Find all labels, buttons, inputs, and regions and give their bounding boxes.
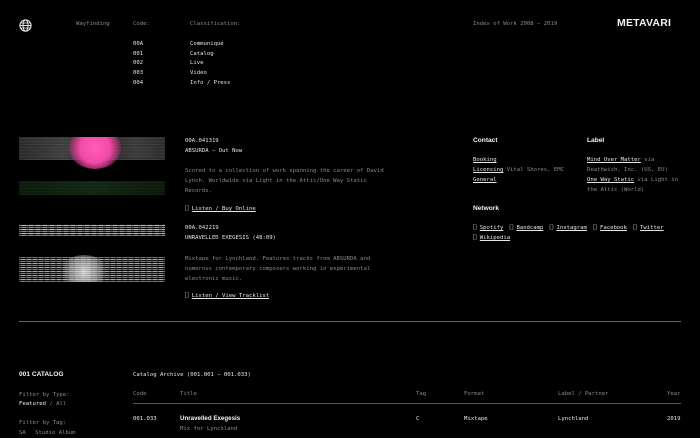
column-header-title[interactable]: Title (180, 391, 197, 397)
filter-tag-label: Filter by Tag: (19, 420, 67, 426)
network-link-label[interactable]: Instagram (557, 225, 587, 231)
network-link-spotify[interactable]: ⎕ Spotify (473, 225, 503, 231)
entry-description: Mixtape for Lynchland. Features tracks f… (185, 256, 371, 282)
network-link-label[interactable]: Facebook (600, 225, 627, 231)
filter-tag-studio-album[interactable]: SA Studio Album (19, 430, 76, 436)
contact-link[interactable]: Booking (473, 157, 497, 163)
column-header-format[interactable]: Format (464, 391, 484, 397)
network-link-label[interactable]: Wikipedia (480, 235, 510, 241)
contact-licensing[interactable]: Licensing Vital Shores, EMC (473, 167, 564, 173)
nav-item-video[interactable]: Video (190, 70, 207, 76)
network-link-instagram[interactable]: ⎕ Instagram (550, 225, 587, 231)
column-header-year[interactable]: Year (667, 391, 680, 397)
nav-code[interactable]: 00A (133, 41, 143, 47)
contact-heading: Contact (473, 137, 498, 144)
network-link-twitter[interactable]: ⎕ Twitter (633, 225, 663, 231)
entry-link-label[interactable]: Listen / Buy Online (192, 206, 256, 212)
entry-code: 00A.042219 (185, 225, 219, 231)
filter-type-all[interactable]: All (56, 401, 66, 407)
filter-type-featured[interactable]: Featured (19, 401, 46, 407)
network-link-facebook[interactable]: ⎕ Facebook (593, 225, 627, 231)
contact-text: Vital Shores, EMC (506, 167, 564, 173)
filter-type-label: Filter by Type: (19, 392, 70, 398)
square-icon: ⎕ (473, 235, 477, 241)
square-icon: ⎕ (593, 225, 597, 231)
column-header-code[interactable]: Code (133, 391, 146, 397)
contact-link[interactable]: General (473, 177, 497, 183)
row-format: Mixtape (464, 416, 488, 422)
catalog-section-title: 001 CATALOG (19, 371, 64, 378)
table-header-divider (133, 403, 681, 404)
row-year: 2019 (667, 416, 681, 422)
catalog-archive-label: Catalog Archive (001.001 – 001.033) (133, 372, 251, 378)
nav-item-info-press[interactable]: Info / Press (190, 80, 230, 86)
label-line: Mind Over Matter via (587, 157, 654, 163)
row-label: Lynchland (558, 416, 589, 422)
entry-title: ABSURDA — Out Now (185, 148, 243, 154)
square-icon: ⎕ (633, 225, 637, 231)
network-link-label[interactable]: Bandcamp (516, 225, 543, 231)
network-links: ⎕ Spotify ⎕ Bandcamp ⎕ Instagram ⎕ Faceb… (473, 225, 664, 231)
network-heading: Network (473, 205, 500, 212)
filter-separator: / (49, 401, 53, 407)
label-text: the Attic (World) (587, 187, 645, 193)
square-icon: ⎕ (509, 225, 514, 231)
row-code: 001.033 (133, 416, 157, 422)
square-icon: ⎕ (473, 225, 477, 231)
filter-tag-name: Studio Album (35, 430, 76, 436)
label-line: One Way Static via Light in (587, 177, 678, 183)
row-title[interactable]: Unravelled Exegesis (180, 415, 240, 422)
label-text: via Light in (637, 177, 678, 183)
entry-link-label[interactable]: Listen / View Tracklist (192, 293, 269, 299)
nav-item-live[interactable]: Live (190, 60, 203, 66)
nav-code[interactable]: 004 (133, 80, 143, 86)
nav-code[interactable]: 001 (133, 51, 143, 57)
row-subtitle: Mix for Lynchland (180, 426, 238, 432)
filter-tag-code: SA (19, 430, 26, 436)
square-icon: ⎕ (549, 225, 554, 231)
classification-label: Classification: (190, 21, 241, 27)
nav-label-wayfinding: Wayfinding (76, 21, 110, 27)
column-header-label-partner[interactable]: Label / Partner (558, 391, 609, 397)
network-link-bandcamp[interactable]: ⎕ Bandcamp (510, 225, 544, 231)
entry-link-listen-tracklist[interactable]: ⎕ Listen / View Tracklist (185, 293, 269, 299)
entry-thumbnail-unravelled[interactable] (19, 224, 165, 282)
square-icon: ⎕ (185, 293, 189, 299)
network-link-label[interactable]: Spotify (480, 225, 504, 231)
row-tag: C (416, 416, 420, 422)
contact-link[interactable]: Licensing (473, 167, 503, 173)
nav-item-catalog[interactable]: Catalog (190, 51, 214, 57)
filter-type-options: Featured / All (19, 401, 66, 407)
entry-description: Scored to a collection of work spanning … (185, 168, 384, 194)
label-heading: Label (587, 137, 605, 144)
entry-code: 00A.041319 (185, 138, 219, 144)
column-header-tag[interactable]: Tag (416, 391, 426, 397)
contact-booking[interactable]: Booking (473, 157, 497, 163)
nav-code[interactable]: 003 (133, 70, 143, 76)
index-label: Index of Work 2008 – 2019 (473, 21, 558, 27)
network-link-label[interactable]: Twitter (640, 225, 664, 231)
square-icon: ⎕ (185, 206, 189, 212)
section-divider (19, 321, 681, 322)
label-text: Deathwish, Inc. (US, EU) (587, 167, 668, 173)
code-label: Code: (133, 21, 150, 27)
entry-link-listen-buy[interactable]: ⎕ Listen / Buy Online (185, 206, 256, 212)
nav-item-communique[interactable]: Communiqué (190, 41, 224, 47)
globe-icon[interactable] (19, 19, 32, 32)
entry-title: UNRAVELLED EXEGESIS (48:09) (185, 235, 276, 241)
site-logo[interactable]: METAVARI (617, 17, 671, 29)
contact-general[interactable]: General (473, 177, 497, 183)
label-link-one-way-static[interactable]: One Way Static (587, 177, 634, 183)
label-link-mind-over-matter[interactable]: Mind Over Matter (587, 157, 641, 163)
network-link-wikipedia[interactable]: ⎕ Wikipedia (473, 235, 510, 241)
nav-code[interactable]: 002 (133, 60, 143, 66)
entry-thumbnail-absurda[interactable] (19, 137, 165, 195)
label-text: via (644, 157, 655, 163)
